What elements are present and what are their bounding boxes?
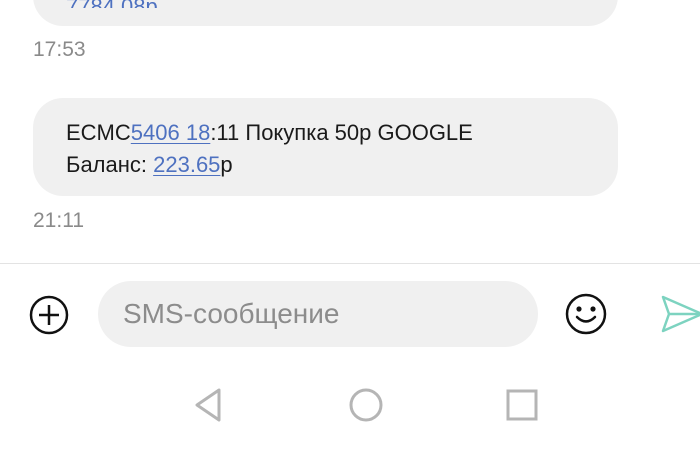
message-line-1: ECMC5406 18:11 Покупка 50р GOOGLE <box>66 119 473 147</box>
sender-prefix: ECMC <box>66 120 131 145</box>
plus-circle-icon <box>29 295 69 335</box>
message-text-partial: 7784.08р <box>66 0 158 8</box>
balance-link-partial[interactable]: 7784.08р <box>66 0 158 8</box>
message-timestamp: 17:53 <box>33 38 86 61</box>
nav-back-button[interactable] <box>189 385 229 425</box>
message-bubble[interactable] <box>33 98 618 196</box>
smiley-icon <box>565 293 607 335</box>
purchase-text: :11 Покупка 50р GOOGLE <box>210 120 473 145</box>
nav-recent-button[interactable] <box>502 385 542 425</box>
balance-label: Баланс: <box>66 152 154 177</box>
sms-input-placeholder: SMS-сообщение <box>123 298 340 329</box>
sms-input[interactable]: SMS-сообщение <box>98 281 538 347</box>
send-icon <box>661 295 700 333</box>
circle-home-icon <box>349 388 383 422</box>
triangle-back-icon <box>195 388 221 422</box>
card-number-link[interactable]: 5406 18 <box>131 120 211 145</box>
balance-amount-link[interactable]: 223.65 <box>153 152 220 177</box>
message-line-2: Баланс: 223.65р <box>66 151 233 179</box>
message-bubble[interactable]: 7784.08р <box>33 0 618 26</box>
emoji-button[interactable] <box>563 291 609 337</box>
currency-suffix: р <box>220 152 233 177</box>
nav-home-button[interactable] <box>346 385 386 425</box>
message-timestamp: 21:11 <box>33 209 84 232</box>
square-recent-icon <box>506 389 538 421</box>
attach-button[interactable] <box>27 293 71 337</box>
composer-divider <box>0 263 700 264</box>
send-button[interactable] <box>660 294 700 334</box>
